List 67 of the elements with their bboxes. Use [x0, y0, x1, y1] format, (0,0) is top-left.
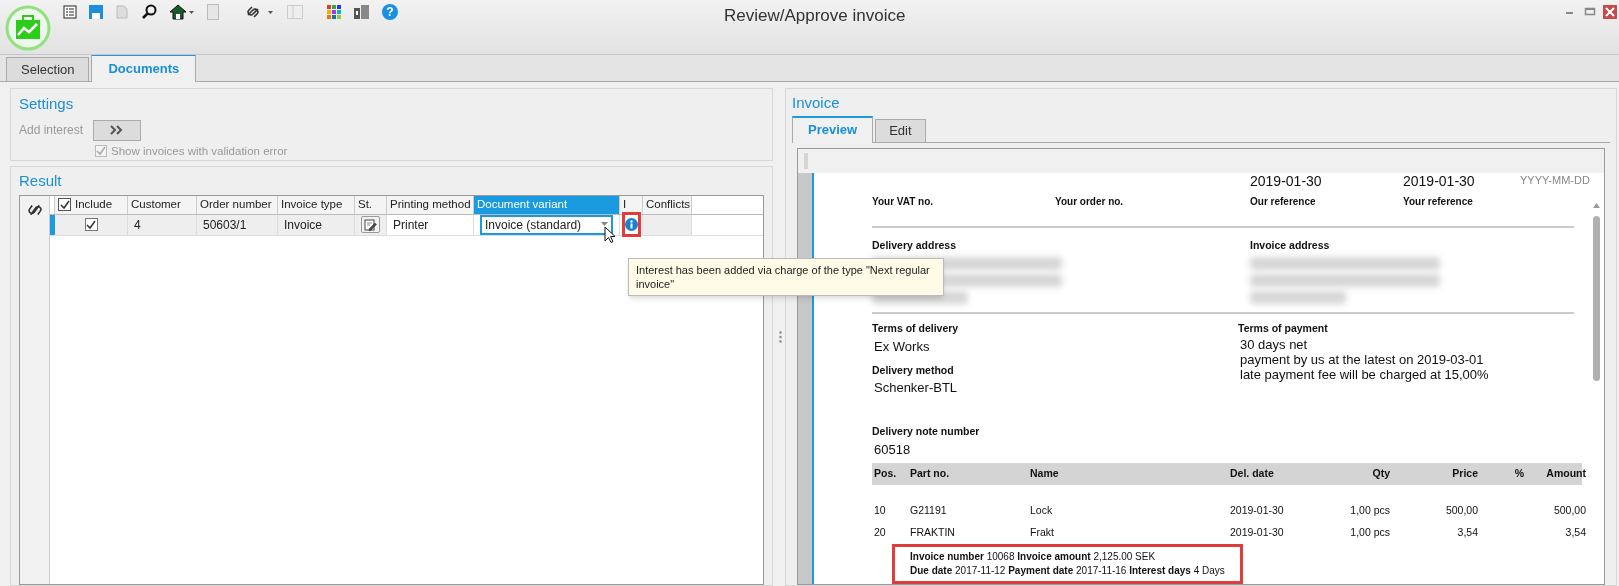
tab[interactable]: Edit	[875, 118, 926, 142]
field-value: payment by us at the latest on 2019-03-01	[1240, 352, 1485, 367]
tooltip: Interest has been added via charge of the type "Next regular invoice"	[628, 258, 944, 296]
table-cell-text: FRAKTIN	[910, 524, 956, 540]
column-header: Price	[1451, 466, 1478, 482]
column-header[interactable]: Invoice type	[278, 195, 355, 214]
column-header[interactable]: St.	[355, 195, 387, 214]
column-header[interactable]: Include	[55, 195, 128, 214]
table-cell-text: Frakt	[1030, 524, 1055, 540]
field-label: Delivery method	[872, 362, 955, 378]
field-label: Our reference	[1250, 194, 1317, 209]
table-cell-text: 4	[134, 216, 141, 234]
table-cell-text: 20	[873, 524, 887, 540]
field-value: 60518	[874, 440, 912, 459]
column-header: %	[1513, 466, 1524, 482]
table-cell-text: Printer	[393, 216, 429, 234]
note-text: Due date 2017-11-12 Payment date 2017-11-16 Interest days 4 Days	[910, 563, 1225, 578]
note-text: Invoice number 10068 Invoice amount 2,125.00 SEK	[910, 549, 1157, 564]
table-cell-text: 50603/1	[203, 216, 247, 234]
field-label: Your VAT no.	[872, 194, 935, 209]
table-cell-text: 10	[873, 503, 887, 518]
field-label: Your reference	[1403, 194, 1474, 209]
field-label: Terms of payment	[1238, 321, 1329, 337]
column-header: Name	[1030, 466, 1060, 482]
section-title: Invoice	[792, 93, 841, 113]
column-header: Pos.	[873, 466, 898, 482]
document-text: 2019-01-30	[1250, 172, 1323, 189]
column-header: Amount	[1545, 466, 1586, 482]
column-header[interactable]: Customer	[128, 195, 197, 214]
field-label: Your order no.	[1055, 194, 1125, 209]
document-text: 2019-01-30	[1403, 172, 1476, 189]
table-cell-text: Invoice	[284, 216, 323, 234]
field-label: Delivery note number	[872, 423, 981, 439]
field-label: Terms of delivery	[872, 321, 960, 337]
column-header[interactable]: Printing method	[387, 195, 474, 214]
field-label: Delivery address	[872, 237, 958, 253]
window-title: Review/Approve invoice	[724, 5, 906, 27]
column-header: Part no.	[910, 466, 951, 482]
column-header: Del. date	[1230, 466, 1275, 482]
field-label: Add interest	[19, 122, 84, 139]
section-title: Settings	[19, 94, 75, 114]
table-cell-text: 2019-01-30	[1230, 503, 1285, 518]
tab[interactable]: Selection	[6, 57, 90, 81]
column-header[interactable]: Conflicts	[643, 195, 692, 214]
field-value: late payment fee will be charged at 15,00%	[1240, 367, 1490, 382]
table-cell-text: 3,54	[1456, 524, 1478, 540]
table-cell-text: Lock	[1030, 503, 1054, 518]
document-text: YYYY-MM-DD	[1520, 172, 1591, 187]
column-header: Qty	[1371, 466, 1390, 482]
column-header[interactable]: I	[620, 195, 643, 214]
header-label: Include	[75, 196, 113, 212]
table-cell-text: 1,00 pcs	[1349, 503, 1390, 518]
section-title: Result	[19, 171, 63, 191]
table-cell-text: 500,00	[1444, 503, 1478, 518]
field-value: Ex Works	[874, 338, 931, 356]
table-cell-text: 500,00	[1552, 503, 1586, 518]
table-cell-text: 2019-01-30	[1230, 524, 1285, 540]
table-cell-text: 3,54	[1564, 524, 1586, 540]
field-label: Invoice address	[1250, 237, 1331, 253]
checkbox-label: Show invoices with validation error	[111, 143, 288, 159]
column-header[interactable]: Order number	[197, 195, 278, 214]
table-cell-text: 1,00 pcs	[1349, 524, 1390, 540]
dropdown-field[interactable]: Invoice (standard)	[480, 214, 613, 235]
field-value: 30 days net	[1240, 337, 1309, 352]
dropdown-value: Invoice (standard)	[485, 216, 582, 234]
field-value: Schenker-BTL	[874, 379, 959, 398]
table-cell-text: G21191	[910, 503, 948, 518]
